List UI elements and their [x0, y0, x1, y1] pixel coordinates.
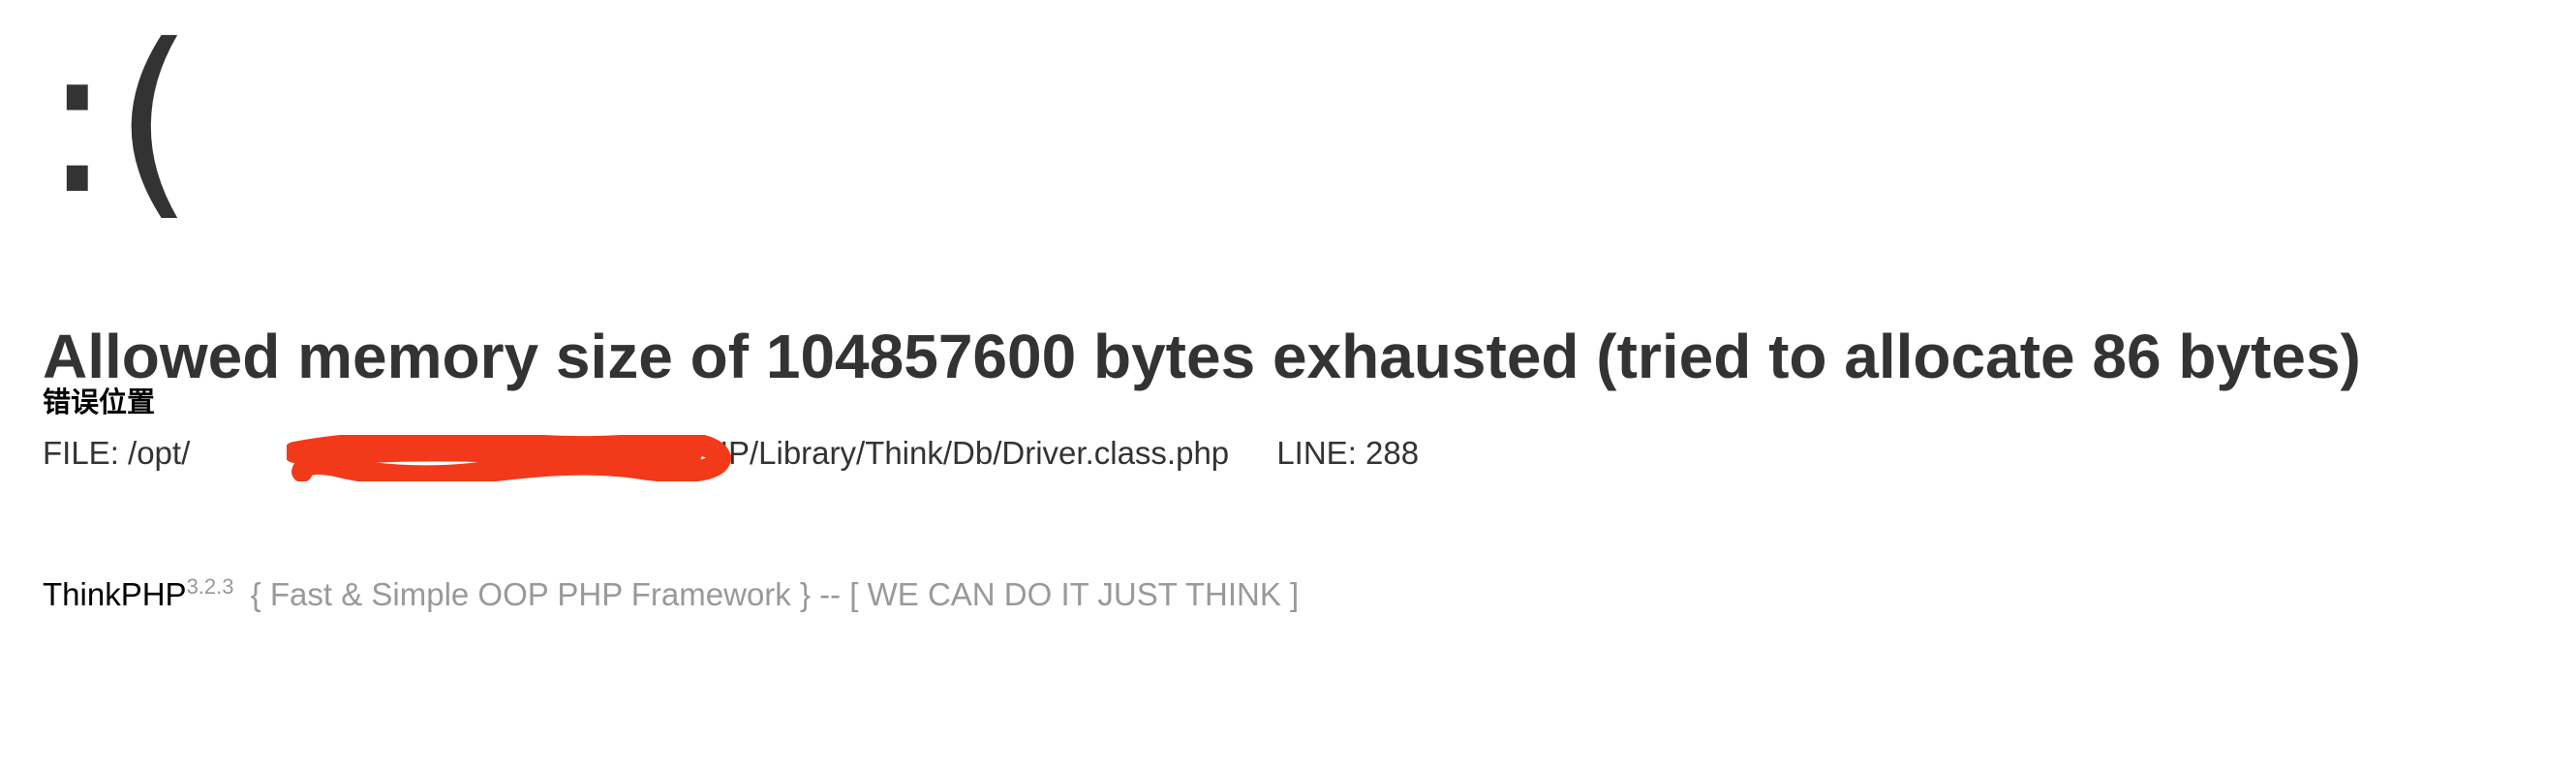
- file-path: /opt/ /ThinkPHP/Library/Think/Db/Driver.c…: [128, 433, 1230, 481]
- file-label: FILE:: [43, 435, 119, 471]
- file-path-suffix: /ThinkPHP/Library/Think/Db/Driver.class.…: [597, 435, 1230, 471]
- error-location-title: 错误位置: [43, 386, 156, 418]
- framework-footer: ThinkPHP3.2.3 { Fast & Simple OOP PHP Fr…: [43, 573, 1299, 616]
- error-file-line: FILE: /opt/ /ThinkPHP/Library/Think/Db/Dr…: [43, 433, 1420, 481]
- error-page: :( Allowed memory size of 104857600 byte…: [0, 0, 2576, 771]
- line-number: 288: [1365, 435, 1420, 471]
- framework-version: 3.2.3: [186, 574, 234, 599]
- line-label: LINE:: [1276, 435, 1357, 471]
- sad-face-emoticon: :(: [43, 0, 197, 239]
- file-path-prefix: /opt/: [128, 435, 191, 471]
- framework-name: ThinkPHP: [43, 576, 187, 612]
- error-message: Allowed memory size of 104857600 bytes e…: [43, 321, 2361, 391]
- framework-slogan: { Fast & Simple OOP PHP Framework } -- […: [250, 576, 1300, 612]
